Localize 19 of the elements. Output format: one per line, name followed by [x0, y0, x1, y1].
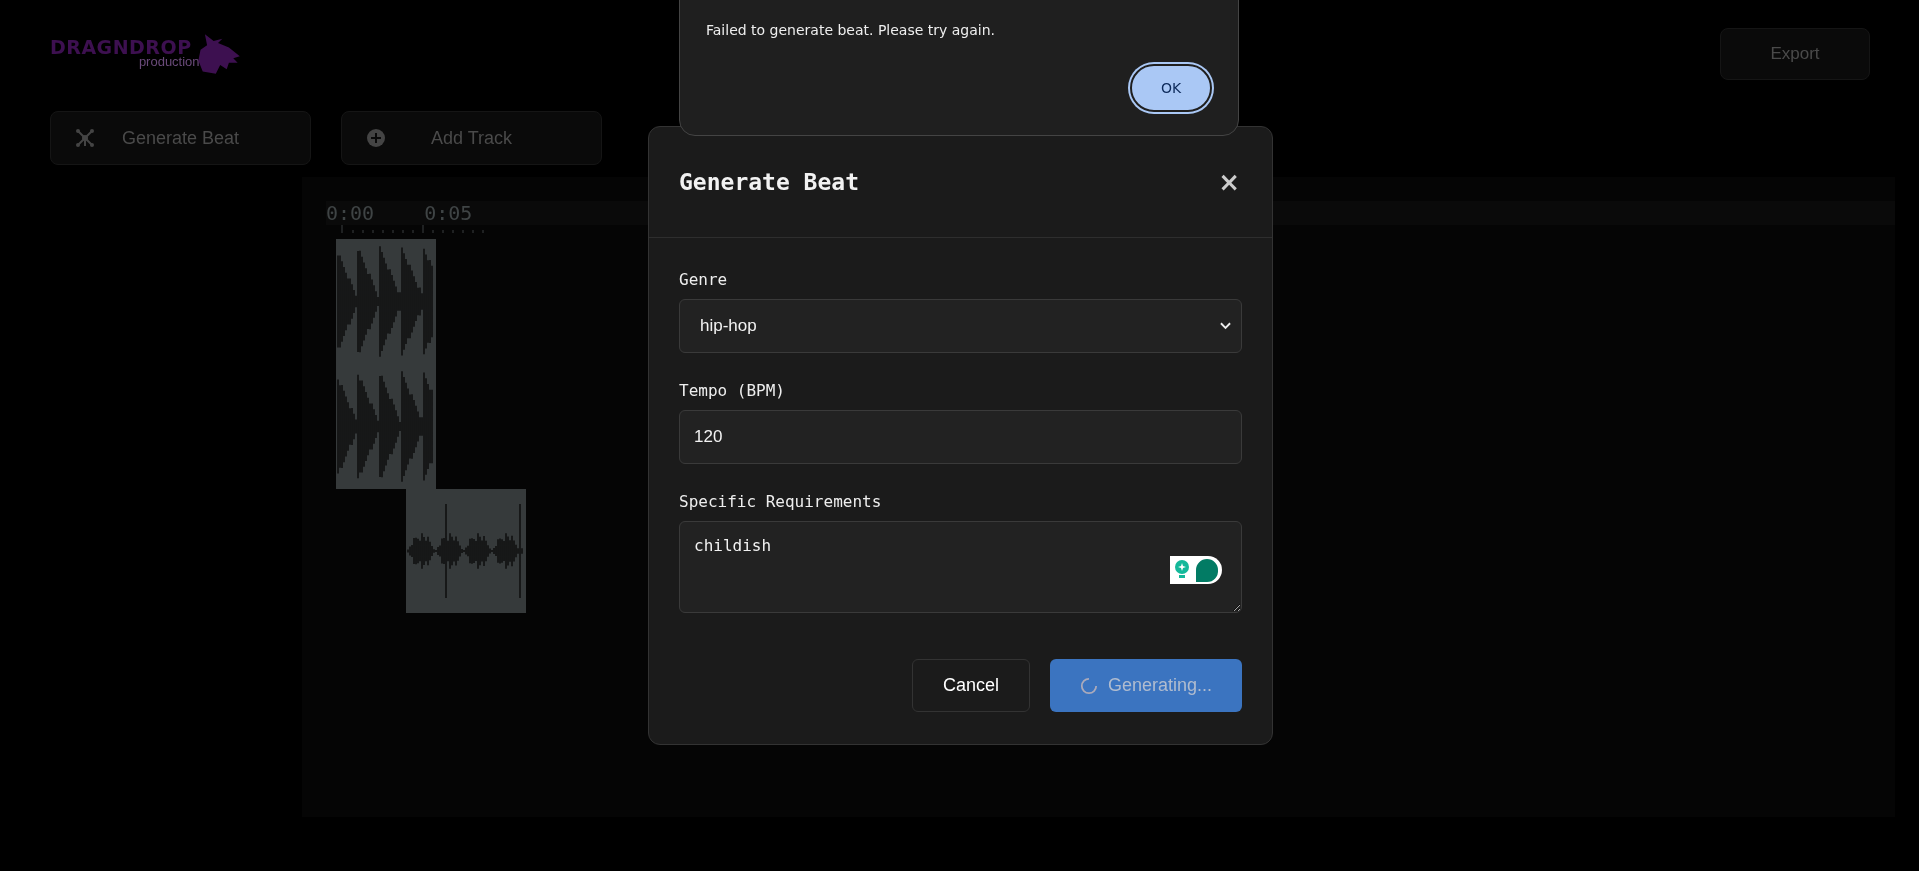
time-label: 0:00	[326, 201, 375, 225]
input-field[interactable]: 120	[679, 410, 1242, 464]
field-label: Tempo (BPM)	[679, 381, 786, 400]
network-icon	[75, 128, 95, 148]
spinner-icon	[1080, 675, 1098, 696]
chevron-down-icon	[1220, 322, 1231, 330]
logo-wordmark: DRAGNDROP	[50, 38, 192, 56]
dialog-button[interactable]: Cancel	[911, 659, 1030, 712]
genre-select[interactable]: hip-hop	[679, 299, 1242, 353]
modal-title: Generate Beat	[679, 169, 859, 195]
field-label: Specific Requirements	[679, 492, 883, 511]
close-button[interactable]: ×	[1216, 167, 1242, 197]
field-label: Genre	[679, 270, 729, 289]
time-label: 0:05	[424, 201, 473, 225]
alert-message: Failed to generate beat. Please try again.	[706, 22, 997, 38]
text-area[interactable]: childish	[679, 521, 1242, 613]
plus-circle-icon	[366, 128, 386, 148]
ok-button[interactable]: OK	[1130, 64, 1212, 112]
logo-tagline: production	[138, 56, 200, 68]
